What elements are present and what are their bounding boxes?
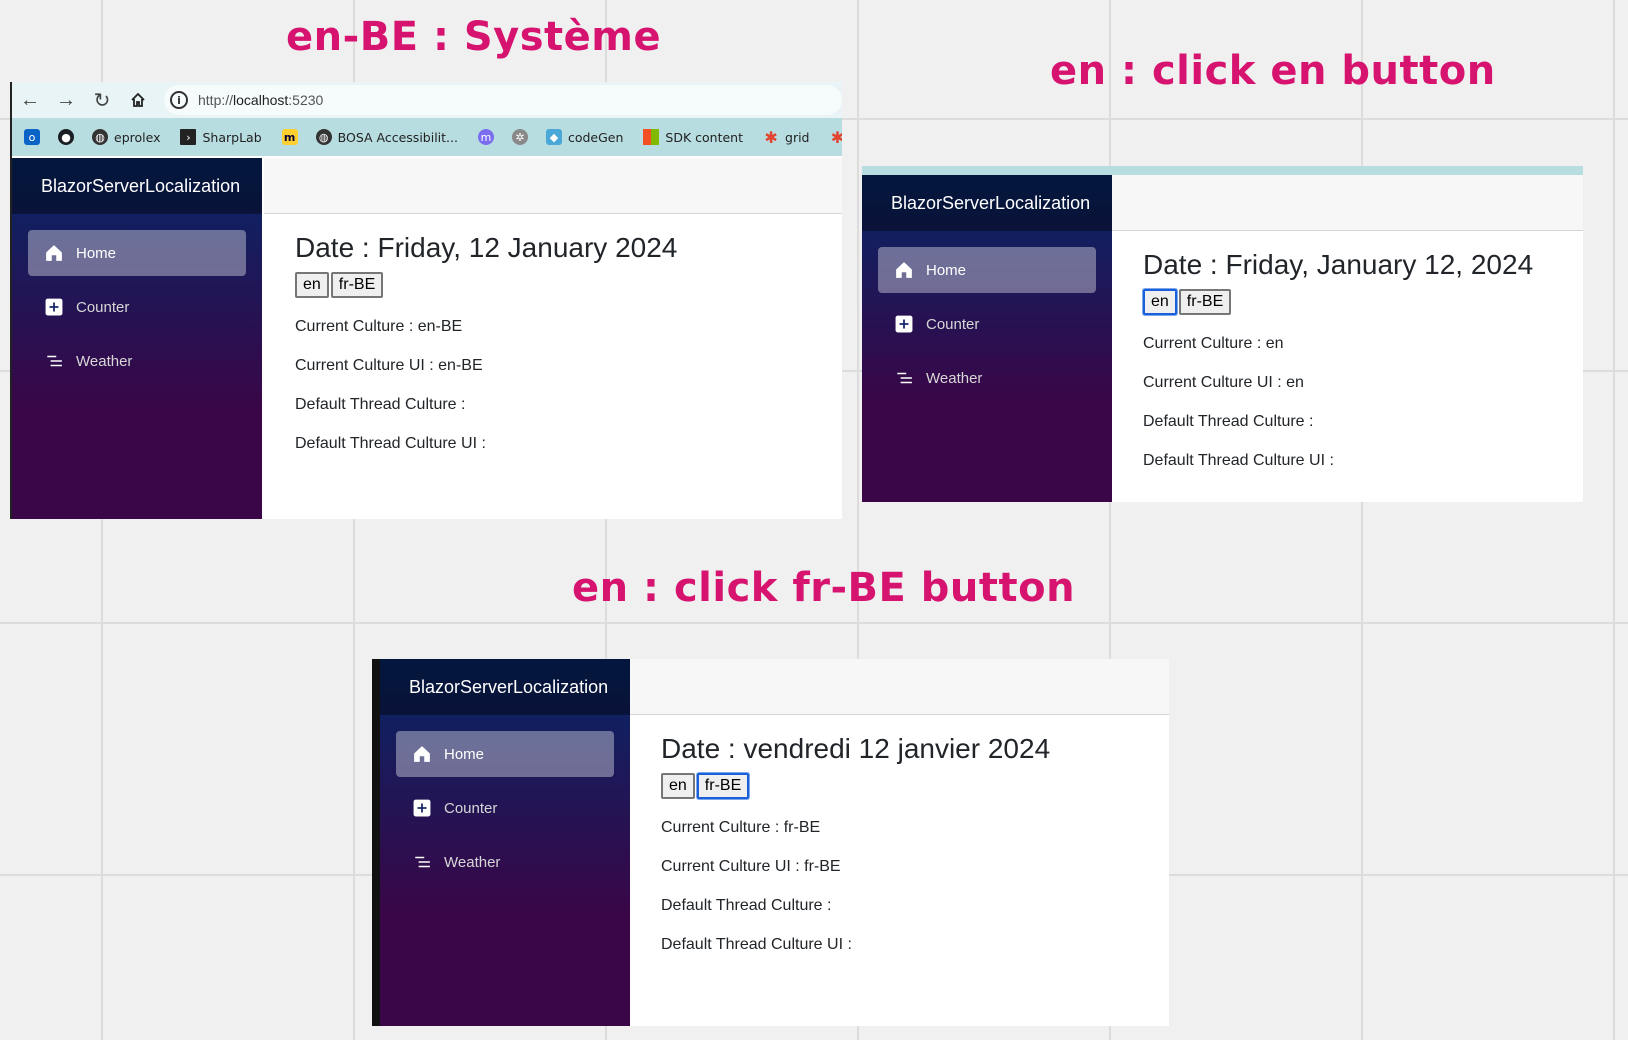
nav-weather[interactable]: Weather [878,355,1096,401]
bookmark-sharplab[interactable]: › SharpLab [180,129,262,145]
terminal-icon: › [180,129,197,145]
default-thread-culture-ui: Default Thread Culture UI : [1143,452,1334,469]
openai-icon: ✲ [511,129,528,145]
default-thread-culture: Default Thread Culture : [1143,413,1314,430]
reload-icon: ↻ [93,89,111,112]
fr-be-button[interactable]: fr-BE [330,272,384,298]
screenshot-fr-be-click: BlazorServerLocalization Home Counter We… [372,659,1169,1026]
nav-weather[interactable]: Weather [396,839,614,885]
github-icon: ● [58,129,74,145]
fr-be-button[interactable]: fr-BE [696,773,750,799]
bookmark-github[interactable]: ● [58,129,80,145]
nav-home[interactable]: Home [396,731,614,777]
url-port: :5230 [288,92,324,108]
bookmark-outlook[interactable]: o [24,129,46,145]
list-nested-icon [894,368,914,388]
globe-icon: ◍ [92,129,108,145]
caption-system: en-BE : Système [286,14,662,60]
plus-square-icon [44,297,64,317]
bookmark-fl[interactable]: ✱fl [830,128,842,147]
screenshot-en-click: BlazorServerLocalization Home Counter We… [862,166,1583,502]
globe-icon: ◍ [315,129,332,145]
screenshot-system-culture: ← → ↻ i http://localhost:5230 o ● ◍ eprol… [10,82,842,519]
default-thread-culture-ui: Default Thread Culture UI : [295,435,486,452]
reload-button[interactable]: ↻ [84,82,120,118]
top-row [630,659,1169,715]
main-content: Date : Friday, 12 January 2024 en fr-BE … [264,158,842,519]
plus-square-icon [894,314,914,334]
default-thread-culture: Default Thread Culture : [295,396,466,413]
nav-home[interactable]: Home [878,247,1096,293]
date-heading: Date : Friday, 12 January 2024 [295,232,678,263]
home-icon [44,243,64,263]
url-scheme: http:// [198,92,234,108]
bookmark-grid[interactable]: ✱ grid [763,127,809,147]
nav-home[interactable]: Home [28,230,246,276]
current-culture-ui: Current Culture UI : fr-BE [661,858,841,875]
outlook-icon: o [24,129,40,145]
home-icon [412,744,432,764]
home-button[interactable] [120,82,156,118]
en-button[interactable]: en [1143,289,1177,315]
bookmark-openai[interactable]: ✲ [511,129,534,145]
current-culture-ui: Current Culture UI : en-BE [295,357,483,374]
fr-be-button[interactable]: fr-BE [1178,289,1232,315]
top-row [264,158,842,214]
bookmarks-bar: o ● ◍ eprolex › SharpLab m ◍ BOSA Accessibi… [12,118,842,156]
codegen-icon: ◆ [545,129,562,145]
bookmark-eprolex[interactable]: ◍ eprolex [92,129,160,145]
nav-counter[interactable]: Counter [28,284,246,330]
copilot-icon: m [477,129,494,145]
sidebar: BlazorServerLocalization Home Counter We… [12,158,262,519]
home-icon [894,260,914,280]
bookmark-miro[interactable]: m [281,129,304,145]
default-thread-culture: Default Thread Culture : [661,897,832,914]
en-button[interactable]: en [661,773,695,799]
bookmark-sdk-content[interactable]: SDK content [643,129,743,145]
browser-toolbar: ← → ↻ i http://localhost:5230 [12,82,842,118]
list-nested-icon [412,852,432,872]
current-culture: Current Culture : en [1143,335,1284,352]
caption-fr-click: en : click fr-BE button [572,565,1076,611]
asterisk-icon: ✱ [830,128,842,147]
bookmark-copilot[interactable]: m [477,129,500,145]
date-heading: Date : vendredi 12 janvier 2024 [661,733,1051,764]
caption-en-click: en : click en button [1050,48,1496,94]
nav-counter[interactable]: Counter [396,785,614,831]
nav-counter[interactable]: Counter [878,301,1096,347]
date-heading: Date : Friday, January 12, 2024 [1143,249,1534,280]
bookmark-bosa[interactable]: ◍ BOSA Accessibilit... [315,129,458,145]
miro-icon: m [281,129,298,145]
default-thread-culture-ui: Default Thread Culture UI : [661,936,852,953]
current-culture: Current Culture : en-BE [295,318,463,335]
back-button[interactable]: ← [12,82,48,118]
arrow-left-icon: ← [20,88,40,111]
main-content: Date : vendredi 12 janvier 2024 en fr-BE… [630,659,1169,1026]
url-host: localhost [233,92,289,108]
brand[interactable]: BlazorServerLocalization [380,659,630,715]
microsoft-icon [643,129,660,145]
plus-square-icon [412,798,432,818]
asterisk-icon: ✱ [764,127,778,147]
sidebar: BlazorServerLocalization Home Counter We… [862,175,1112,502]
en-button[interactable]: en [295,272,329,298]
sidebar: BlazorServerLocalization Home Counter We… [380,659,630,1026]
arrow-right-icon: → [56,88,76,111]
brand[interactable]: BlazorServerLocalization [862,175,1112,231]
site-info-icon[interactable]: i [170,91,188,109]
main-content: Date : Friday, January 12, 2024 en fr-BE… [1112,175,1583,502]
brand[interactable]: BlazorServerLocalization [12,158,262,214]
list-nested-icon [44,351,64,371]
nav-weather[interactable]: Weather [28,338,246,384]
forward-button[interactable]: → [48,82,84,118]
current-culture: Current Culture : fr-BE [661,819,821,836]
address-bar[interactable]: i http://localhost:5230 [164,85,842,115]
bookmark-codegen[interactable]: ◆ codeGen [545,129,623,145]
top-row [1112,175,1583,231]
current-culture-ui: Current Culture UI : en [1143,374,1304,391]
home-icon [131,92,145,107]
